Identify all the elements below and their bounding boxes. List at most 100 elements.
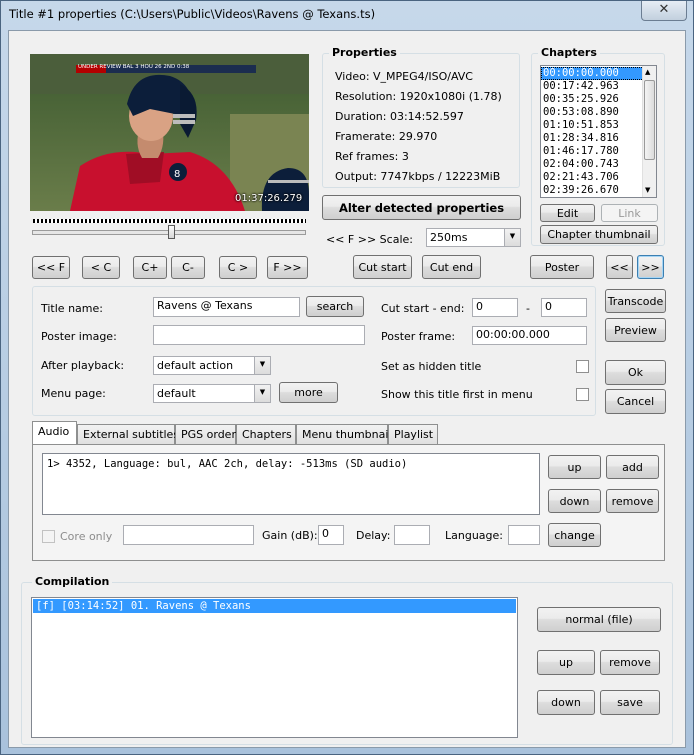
scroll-thumb[interactable] xyxy=(644,80,655,160)
search-button[interactable]: search xyxy=(306,296,364,317)
chapter-list-item[interactable]: 00:53:08.890 xyxy=(541,106,656,119)
core-only-checkbox[interactable] xyxy=(42,530,55,543)
cut-start-button[interactable]: Cut start xyxy=(353,255,412,279)
tab-menu-thumbnails[interactable]: Menu thumbnails xyxy=(296,424,397,444)
audio-add-button[interactable]: add xyxy=(606,455,659,479)
audio-extra-input[interactable] xyxy=(123,525,254,545)
chapter-link-button[interactable]: Link xyxy=(601,204,658,222)
hidden-title-checkbox[interactable] xyxy=(576,360,589,373)
tab-external-subtitles[interactable]: External subtitles xyxy=(77,424,179,444)
chapter-list-item[interactable]: 01:46:17.780 xyxy=(541,145,656,158)
menu-page-label: Menu page: xyxy=(41,387,106,400)
chapter-plus-button[interactable]: C+ xyxy=(133,256,167,279)
gain-label: Gain (dB): xyxy=(262,529,318,542)
scroll-down-icon[interactable]: ▼ xyxy=(645,186,650,194)
cut-end-button[interactable]: Cut end xyxy=(422,255,481,279)
cut-end-input[interactable]: 0 xyxy=(541,298,587,317)
dialog-client: 8 UNDER REVIEW BAL 3 HOU 26 2ND 0:38 01:… xyxy=(8,30,686,748)
after-playback-value: default action xyxy=(157,359,234,372)
properties-group: Properties Video: V_MPEG4/ISO/AVC Resolu… xyxy=(322,46,520,188)
jersey-number: 8 xyxy=(174,169,180,180)
chapter-list-item[interactable]: 01:10:51.853 xyxy=(541,119,656,132)
ok-button[interactable]: Ok xyxy=(605,360,666,385)
compilation-up-button[interactable]: up xyxy=(537,650,595,675)
next-chapter-button[interactable]: C > xyxy=(219,256,257,279)
compilation-save-button[interactable]: save xyxy=(600,690,660,715)
show-first-checkbox[interactable] xyxy=(576,388,589,401)
chevron-down-icon: ▼ xyxy=(504,229,520,246)
transcode-button[interactable]: Transcode xyxy=(605,289,666,313)
chapter-list-item[interactable]: 01:28:34.816 xyxy=(541,132,656,145)
chapters-scrollbar[interactable]: ▲ ▼ xyxy=(642,66,656,197)
more-button[interactable]: more xyxy=(279,382,338,403)
menu-page-select[interactable]: default ▼ xyxy=(153,384,271,403)
cut-start-end-label: Cut start - end: xyxy=(381,302,465,315)
audio-remove-button[interactable]: remove xyxy=(606,489,659,513)
poster-frame-label: Poster frame: xyxy=(381,330,456,343)
window-title: Title #1 properties (C:\Users\Public\Vid… xyxy=(9,7,376,21)
next-file-button[interactable]: F >> xyxy=(267,256,308,279)
audio-change-button[interactable]: change xyxy=(548,523,601,547)
show-first-label: Show this title first in menu xyxy=(381,388,533,401)
close-button[interactable]: ✕ xyxy=(641,1,687,21)
cancel-button[interactable]: Cancel xyxy=(605,389,666,414)
scoreboard-text: UNDER REVIEW BAL 3 HOU 26 2ND 0:38 xyxy=(78,64,190,70)
compilation-down-button[interactable]: down xyxy=(537,690,595,715)
chapter-list-item[interactable]: 00:00:00.000 xyxy=(541,67,656,80)
chapters-list[interactable]: 00:00:00.000 00:17:42.963 00:35:25.926 00:5… xyxy=(540,65,657,198)
properties-heading: Properties xyxy=(329,46,400,59)
chapter-list-item[interactable]: 02:39:26.670 xyxy=(541,184,656,197)
poster-next-button[interactable]: >> xyxy=(637,255,664,279)
video-preview[interactable]: 8 UNDER REVIEW BAL 3 HOU 26 2ND 0:38 01:… xyxy=(30,54,309,211)
alter-properties-button[interactable]: Alter detected properties xyxy=(322,195,521,220)
seek-thumb[interactable] xyxy=(168,225,175,239)
language-input[interactable] xyxy=(508,525,540,545)
compilation-list[interactable]: [f] [03:14:52] 01. Ravens @ Texans xyxy=(31,597,518,738)
audio-down-button[interactable]: down xyxy=(548,489,601,513)
delay-label: Delay: xyxy=(356,529,391,542)
poster-prev-button[interactable]: << xyxy=(606,255,633,279)
preview-button[interactable]: Preview xyxy=(605,318,666,342)
frame-tick-strip xyxy=(33,219,306,223)
title-bar[interactable]: Title #1 properties (C:\Users\Public\Vid… xyxy=(1,1,693,29)
prev-chapter-button[interactable]: < C xyxy=(82,256,120,279)
dialog-window: Title #1 properties (C:\Users\Public\Vid… xyxy=(0,0,694,755)
prop-resolution: Resolution: 1920x1080i (1.78) xyxy=(335,90,502,103)
poster-image-input[interactable] xyxy=(153,325,365,345)
tab-audio[interactable]: Audio xyxy=(32,421,77,444)
compilation-item[interactable]: [f] [03:14:52] 01. Ravens @ Texans xyxy=(33,599,516,613)
chevron-down-icon: ▼ xyxy=(254,385,270,402)
cut-dash: - xyxy=(526,302,530,315)
delay-input[interactable] xyxy=(394,525,430,545)
after-playback-select[interactable]: default action ▼ xyxy=(153,356,271,375)
audio-tab-panel: 1> 4352, Language: bul, AAC 2ch, delay: … xyxy=(32,444,665,561)
scroll-up-icon[interactable]: ▲ xyxy=(645,68,650,76)
chapter-list-item[interactable]: 00:17:42.963 xyxy=(541,80,656,93)
title-name-label: Title name: xyxy=(41,302,103,315)
tab-chapters[interactable]: Chapters xyxy=(236,424,296,444)
audio-up-button[interactable]: up xyxy=(548,455,601,479)
scale-select[interactable]: 250ms ▼ xyxy=(426,228,521,247)
prev-file-button[interactable]: << F xyxy=(32,256,70,279)
scale-label: << F >> Scale: xyxy=(326,233,413,246)
tab-playlist[interactable]: Playlist xyxy=(388,424,438,444)
title-name-input[interactable]: Ravens @ Texans xyxy=(153,297,300,317)
compilation-remove-button[interactable]: remove xyxy=(600,650,660,675)
chapter-minus-button[interactable]: C- xyxy=(171,256,205,279)
gain-input[interactable]: 0 xyxy=(318,525,344,545)
chapter-list-item[interactable]: 02:04:00.743 xyxy=(541,158,656,171)
chapter-thumbnail-button[interactable]: Chapter thumbnail xyxy=(540,225,658,244)
video-timestamp: 01:37:26.279 xyxy=(235,193,303,204)
poster-button[interactable]: Poster xyxy=(530,255,594,279)
chapters-heading: Chapters xyxy=(538,46,600,59)
chapter-list-item[interactable]: 00:35:25.926 xyxy=(541,93,656,106)
chevron-down-icon: ▼ xyxy=(254,357,270,374)
cut-start-input[interactable]: 0 xyxy=(472,298,518,317)
tab-pgs-order[interactable]: PGS order xyxy=(175,424,236,444)
normal-file-button[interactable]: normal (file) xyxy=(537,607,661,632)
chapter-edit-button[interactable]: Edit xyxy=(540,204,595,222)
poster-frame-input[interactable]: 00:00:00.000 xyxy=(472,326,587,345)
chapter-list-item[interactable]: 02:21:43.706 xyxy=(541,171,656,184)
audio-track-item[interactable]: 1> 4352, Language: bul, AAC 2ch, delay: … xyxy=(47,458,535,470)
audio-track-list[interactable]: 1> 4352, Language: bul, AAC 2ch, delay: … xyxy=(42,453,540,515)
